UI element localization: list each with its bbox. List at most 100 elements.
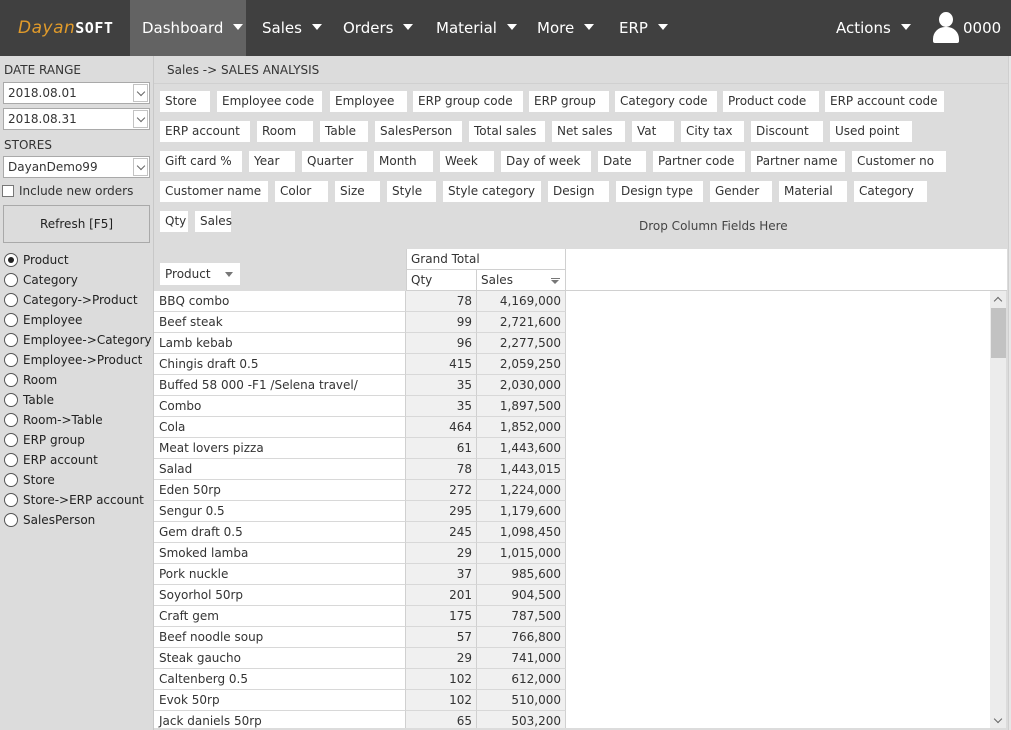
radio-category-product[interactable]: Category->Product [4, 290, 152, 310]
date-from-picker[interactable]: 2018.08.01 [3, 82, 150, 104]
nav-erp[interactable]: ERP [607, 0, 680, 56]
field-chip[interactable]: Style category [443, 181, 541, 202]
actions-menu[interactable]: Actions [824, 0, 923, 56]
field-chip[interactable]: Product code [723, 91, 819, 112]
field-chip[interactable]: Employee code [217, 91, 322, 112]
table-row[interactable]: Buffed 58 000 -F1 /Selena travel/35 2,030… [154, 375, 566, 396]
field-chip[interactable]: Store [160, 91, 210, 112]
field-chip[interactable]: Customer no [852, 151, 946, 172]
radio-icon[interactable] [4, 273, 18, 287]
radio-erp-account[interactable]: ERP account [4, 450, 152, 470]
field-chip[interactable]: Gender [710, 181, 772, 202]
radio-icon[interactable] [4, 393, 18, 407]
sort-filter-icon[interactable] [551, 278, 560, 284]
radio-category[interactable]: Category [4, 270, 152, 290]
field-chip[interactable]: City tax [681, 121, 744, 142]
table-row[interactable]: Cola 464 1,852,000 [154, 417, 566, 438]
radio-employee-product[interactable]: Employee->Product [4, 350, 152, 370]
radio-table[interactable]: Table [4, 390, 152, 410]
field-chip[interactable]: Partner name [751, 151, 845, 172]
field-chip[interactable]: Customer name [160, 181, 268, 202]
table-row[interactable]: Gem draft 0.5 245 1,098,450 [154, 522, 566, 543]
user-menu[interactable]: 0000 [932, 12, 1001, 44]
include-new-orders-checkbox[interactable] [2, 185, 14, 197]
vertical-scrollbar[interactable] [990, 291, 1006, 728]
field-chip[interactable]: Room [257, 121, 313, 142]
field-chip[interactable]: Total sales [469, 121, 545, 142]
field-chip[interactable]: Size [335, 181, 380, 202]
field-chip[interactable]: Style [387, 181, 436, 202]
table-row[interactable]: Combo 35 1,897,500 [154, 396, 566, 417]
radio-icon[interactable] [4, 333, 18, 347]
nav-orders[interactable]: Orders [331, 0, 425, 56]
table-row[interactable]: Meat lovers pizza 61 1,443,600 [154, 438, 566, 459]
chevron-down-icon[interactable] [133, 158, 148, 176]
table-row[interactable]: Beef steak 99 2,721,600 [154, 312, 566, 333]
field-chip[interactable]: Year [249, 151, 295, 172]
table-row[interactable]: BBQ combo 78 4,169,000 [154, 291, 566, 312]
include-new-orders-toggle[interactable]: Include new orders [2, 184, 133, 198]
radio-icon[interactable] [4, 413, 18, 427]
field-chip[interactable]: Partner code [653, 151, 745, 172]
field-chip[interactable]: Week [440, 151, 494, 172]
field-chip[interactable]: Day of week [501, 151, 591, 172]
radio-icon[interactable] [4, 373, 18, 387]
data-field-sales[interactable]: Sales [195, 211, 232, 232]
radio-store[interactable]: Store [4, 470, 152, 490]
field-chip[interactable]: ERP account [160, 121, 250, 142]
radio-employee[interactable]: Employee [4, 310, 152, 330]
field-chip[interactable]: ERP group code [413, 91, 523, 112]
store-select[interactable]: DayanDemo99 [3, 156, 150, 178]
scroll-down-icon[interactable] [990, 712, 1006, 728]
chevron-down-icon[interactable] [133, 110, 148, 128]
field-chip[interactable]: Category code [615, 91, 717, 112]
field-chip[interactable]: Table [320, 121, 368, 142]
caret-down-icon[interactable] [225, 272, 233, 277]
table-row[interactable]: Salad 78 1,443,015 [154, 459, 566, 480]
table-row[interactable]: Lamb kebab 96 2,277,500 [154, 333, 566, 354]
column-header-qty[interactable]: Qty [406, 270, 477, 291]
scrollbar-thumb[interactable] [991, 308, 1006, 358]
radio-room[interactable]: Room [4, 370, 152, 390]
field-chip[interactable]: Material [779, 181, 847, 202]
table-row[interactable]: Steak gaucho 29 741,000 [154, 648, 566, 669]
field-chip[interactable]: SalesPerson [375, 121, 462, 142]
field-chip[interactable]: Employee [330, 91, 407, 112]
field-chip[interactable]: ERP account code [825, 91, 944, 112]
radio-room-table[interactable]: Room->Table [4, 410, 152, 430]
data-field-qty[interactable]: Qty [160, 211, 188, 232]
table-row[interactable]: Soyorhol 50rp 201 904,500 [154, 585, 566, 606]
field-chip[interactable]: Vat [632, 121, 674, 142]
field-chip[interactable]: Gift card % [160, 151, 242, 172]
radio-salesperson[interactable]: SalesPerson [4, 510, 152, 530]
radio-product[interactable]: Product [4, 250, 152, 270]
column-header-sales[interactable]: Sales [477, 270, 566, 291]
field-chip[interactable]: Date [598, 151, 646, 172]
table-row[interactable]: Sengur 0.5 295 1,179,600 [154, 501, 566, 522]
table-row[interactable]: Pork nuckle 37 985,600 [154, 564, 566, 585]
radio-icon[interactable] [4, 293, 18, 307]
table-row[interactable]: Jack daniels 50rp 65 503,200 [154, 711, 566, 728]
field-chip[interactable]: Discount [751, 121, 823, 142]
radio-selected-icon[interactable] [4, 253, 18, 267]
table-row[interactable]: Eden 50rp 272 1,224,000 [154, 480, 566, 501]
radio-icon[interactable] [4, 473, 18, 487]
field-chip[interactable]: Used point [830, 121, 912, 142]
field-chip[interactable]: Net sales [552, 121, 625, 142]
radio-icon[interactable] [4, 433, 18, 447]
field-chip[interactable]: Color [275, 181, 328, 202]
table-row[interactable]: Beef noodle soup 57 766,800 [154, 627, 566, 648]
table-row[interactable]: Caltenberg 0.5 102 612,000 [154, 669, 566, 690]
radio-icon[interactable] [4, 513, 18, 527]
date-to-picker[interactable]: 2018.08.31 [3, 108, 150, 130]
radio-store-erp-account[interactable]: Store->ERP account [4, 490, 152, 510]
nav-more[interactable]: More [525, 0, 606, 56]
radio-icon[interactable] [4, 313, 18, 327]
table-row[interactable]: Craft gem 175 787,500 [154, 606, 566, 627]
field-chip[interactable]: Design type [616, 181, 703, 202]
chevron-down-icon[interactable] [133, 84, 148, 102]
nav-dashboard[interactable]: Dashboard [130, 0, 246, 56]
field-chip[interactable]: Month [374, 151, 433, 172]
radio-employee-category[interactable]: Employee->Category [4, 330, 152, 350]
nav-material[interactable]: Material [424, 0, 529, 56]
